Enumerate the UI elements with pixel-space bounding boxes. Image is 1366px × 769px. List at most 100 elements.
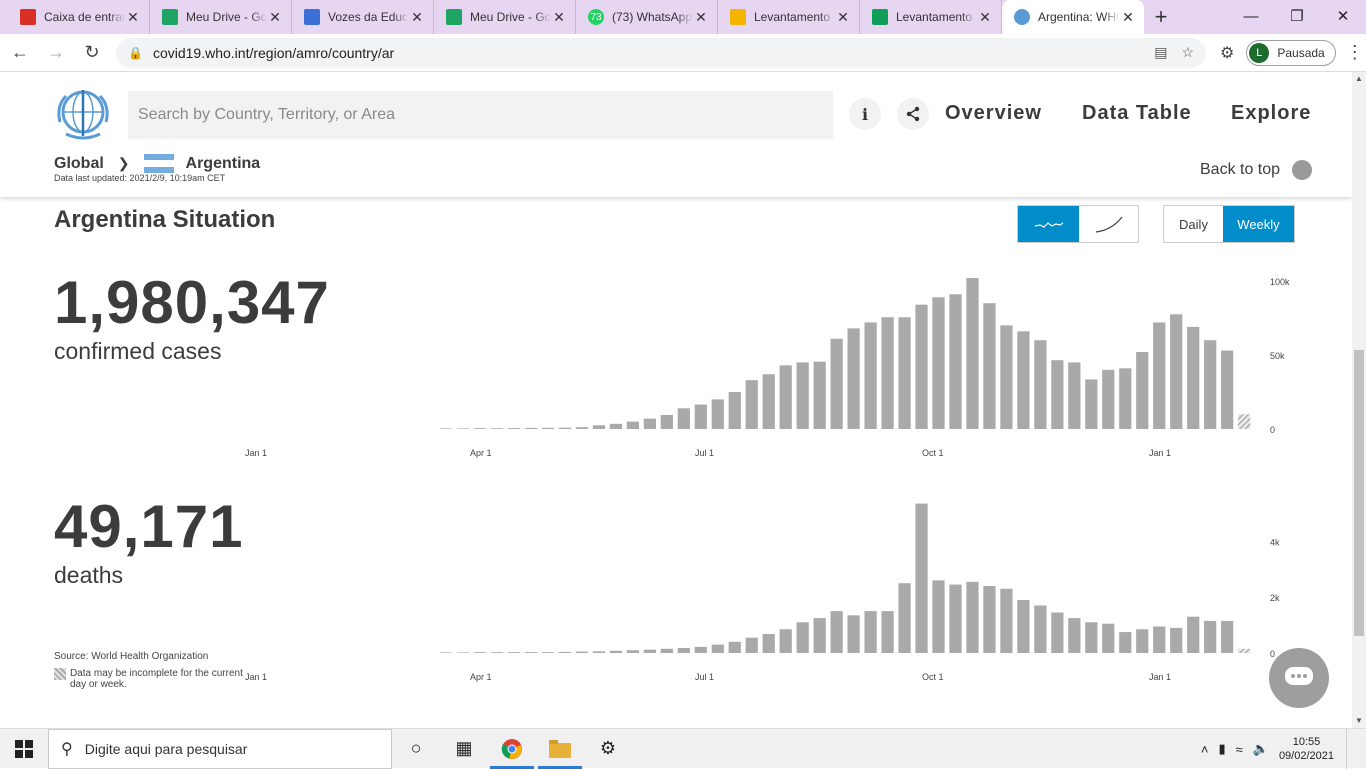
chart-bar[interactable]: [643, 418, 656, 429]
chart-bar[interactable]: [677, 647, 690, 653]
chart-bar[interactable]: [915, 304, 928, 429]
chart-bar[interactable]: [1085, 379, 1098, 429]
chart-bar[interactable]: [626, 650, 639, 653]
chart-bar[interactable]: [847, 328, 860, 429]
close-tab-icon[interactable]: ✕: [551, 9, 567, 26]
chart-bar[interactable]: [541, 652, 555, 653]
browser-tab[interactable]: Caixa de entrada✕: [8, 0, 150, 34]
chart-bar[interactable]: [609, 423, 623, 429]
scroll-down-arrow-icon[interactable]: ▼: [1352, 714, 1366, 728]
chart-bar[interactable]: [1238, 414, 1251, 429]
taskbar-search-input[interactable]: ⚲ Digite aqui para pesquisar: [48, 728, 392, 769]
breadcrumb-global[interactable]: Global: [54, 155, 104, 173]
chart-bar[interactable]: [660, 648, 673, 653]
chart-bar[interactable]: [1221, 350, 1234, 429]
chart-bar[interactable]: [440, 428, 453, 429]
bookmark-star-icon[interactable]: ☆: [1181, 44, 1194, 61]
country-search-input[interactable]: Search by Country, Territory, or Area: [128, 91, 833, 139]
chart-bar[interactable]: [830, 338, 843, 429]
chart-bar[interactable]: [1187, 326, 1200, 429]
maximize-button[interactable]: ❐: [1274, 0, 1320, 32]
chart-bar[interactable]: [490, 652, 504, 653]
bar-chart-toggle-icon[interactable]: [1018, 206, 1079, 242]
volume-icon[interactable]: 🔈: [1253, 741, 1269, 757]
chart-bar[interactable]: [711, 644, 724, 653]
chart-bar[interactable]: [1017, 331, 1030, 429]
chart-bar[interactable]: [1170, 314, 1183, 429]
browser-tab[interactable]: Argentina: WHO ✕: [1002, 0, 1144, 34]
chart-bar[interactable]: [711, 399, 724, 429]
info-icon[interactable]: i: [849, 98, 881, 130]
reload-button[interactable]: ↻: [76, 37, 108, 69]
minimize-button[interactable]: —: [1228, 0, 1274, 32]
back-button[interactable]: ←: [4, 37, 36, 69]
chart-bar[interactable]: [864, 611, 877, 653]
chart-bar[interactable]: [949, 584, 962, 653]
page-scrollbar[interactable]: ▲ ▼: [1352, 72, 1366, 728]
chart-bar[interactable]: [864, 322, 877, 429]
chart-bar[interactable]: [694, 646, 707, 653]
close-tab-icon[interactable]: ✕: [1120, 9, 1136, 26]
close-tab-icon[interactable]: ✕: [125, 9, 141, 26]
translate-icon[interactable]: ▤: [1154, 44, 1167, 61]
chart-bar[interactable]: [1000, 325, 1013, 429]
cortana-icon[interactable]: ○: [392, 729, 440, 769]
who-logo-icon[interactable]: [54, 88, 112, 140]
chart-bar[interactable]: [881, 317, 894, 429]
chart-bar[interactable]: [507, 652, 521, 653]
chart-bar[interactable]: [1136, 629, 1149, 653]
notifications-icon[interactable]: [1346, 729, 1366, 769]
close-tab-icon[interactable]: ✕: [693, 9, 709, 26]
chart-bar[interactable]: [1153, 322, 1166, 429]
chart-bar[interactable]: [524, 427, 538, 429]
extensions-puzzle-icon[interactable]: ⚙: [1220, 43, 1234, 63]
chat-bubble-button[interactable]: [1269, 648, 1329, 708]
chart-bar[interactable]: [1068, 362, 1081, 429]
weekly-button[interactable]: Weekly: [1223, 206, 1294, 242]
nav-data-table[interactable]: Data Table: [1082, 102, 1192, 125]
chart-bar[interactable]: [473, 428, 487, 429]
address-bar[interactable]: 🔒 covid19.who.int/region/amro/country/ar…: [116, 37, 1206, 68]
chart-bar[interactable]: [1068, 618, 1081, 653]
wifi-icon[interactable]: ≈: [1236, 742, 1243, 757]
chart-bar[interactable]: [626, 421, 639, 429]
battery-icon[interactable]: ▮: [1218, 741, 1225, 757]
chart-bar[interactable]: [558, 427, 572, 429]
close-tab-icon[interactable]: ✕: [409, 9, 425, 26]
chart-bar[interactable]: [558, 651, 572, 653]
chart-bar[interactable]: [677, 408, 690, 429]
chart-bar[interactable]: [932, 580, 945, 653]
chart-bar[interactable]: [1221, 620, 1234, 653]
chart-bar[interactable]: [1034, 340, 1047, 429]
chart-bar[interactable]: [983, 585, 996, 653]
chart-bar[interactable]: [660, 414, 673, 429]
chart-bar[interactable]: [898, 583, 911, 653]
chart-bar[interactable]: [915, 503, 928, 653]
close-tab-icon[interactable]: ✕: [977, 9, 993, 26]
chart-bar[interactable]: [881, 611, 894, 653]
browser-tab[interactable]: Levantamento ✕: [718, 0, 860, 34]
chart-bar[interactable]: [592, 425, 606, 429]
chart-bar[interactable]: [1102, 369, 1115, 429]
scroll-up-arrow-icon[interactable]: ▲: [1352, 72, 1366, 86]
chart-bar[interactable]: [966, 278, 979, 429]
chart-bar[interactable]: [1000, 588, 1013, 653]
nav-overview[interactable]: Overview: [945, 102, 1042, 125]
chart-bar[interactable]: [983, 303, 996, 429]
chart-bar[interactable]: [745, 637, 758, 653]
chart-bar[interactable]: [966, 581, 979, 653]
file-explorer-icon[interactable]: [536, 729, 584, 769]
chart-bar[interactable]: [898, 317, 911, 429]
chart-bar[interactable]: [1051, 612, 1064, 653]
chart-bar[interactable]: [830, 611, 843, 653]
close-tab-icon[interactable]: ✕: [835, 9, 851, 26]
chart-bar[interactable]: [1085, 622, 1098, 653]
chart-bar[interactable]: [932, 297, 945, 429]
menu-kebab-icon[interactable]: ⋮: [1346, 42, 1364, 63]
chrome-taskbar-icon[interactable]: [488, 729, 536, 769]
chart-bar[interactable]: [643, 649, 656, 653]
share-icon[interactable]: [897, 98, 929, 130]
new-tab-button[interactable]: +: [1144, 0, 1178, 34]
nav-explore[interactable]: Explore: [1231, 102, 1311, 125]
daily-button[interactable]: Daily: [1164, 206, 1223, 242]
